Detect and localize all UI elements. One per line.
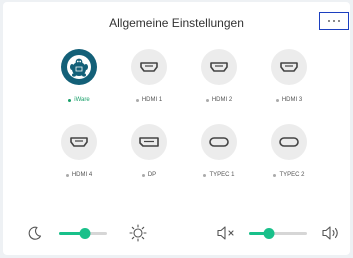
source-label: TYPEC 2 [273,172,305,178]
iware-logo-icon [61,49,97,85]
source-tile-hdmi-3[interactable]: HDMI 3 [259,49,319,121]
brightness-slider[interactable] [59,228,107,240]
page-title: Allgemeine Einstellungen [109,16,244,30]
displayport-icon [131,124,167,160]
volume-mute-icon[interactable] [216,225,236,246]
source-tile-typec-2[interactable]: TYPEC 2 [259,124,319,196]
source-tile-hdmi-4[interactable]: HDMI 4 [49,124,109,196]
more-options-button[interactable] [319,12,349,30]
sun-icon [129,224,147,247]
source-label: TYPEC 1 [203,172,235,178]
source-tile-typec-1[interactable]: TYPEC 1 [189,124,249,196]
source-tile-iware[interactable]: iWare [49,49,109,121]
hdmi-port-icon [271,49,307,85]
hdmi-port-icon [61,124,97,160]
source-label: HDMI 2 [205,97,232,103]
source-label: DP [141,172,156,178]
hdmi-port-icon [131,49,167,85]
volume-knob[interactable] [263,228,275,239]
source-tile-hdmi-2[interactable]: HDMI 2 [189,49,249,121]
source-tile-dp[interactable]: DP [119,124,179,196]
usb-c-icon [271,124,307,160]
source-label: HDMI 1 [135,97,162,103]
source-label: iWare [68,97,90,103]
hdmi-port-icon [201,49,237,85]
source-label: HDMI 4 [65,172,92,178]
moon-icon [28,226,42,245]
source-label: HDMI 3 [275,97,302,103]
brightness-knob[interactable] [79,228,91,239]
source-tile-hdmi-1[interactable]: HDMI 1 [119,49,179,121]
volume-slider[interactable] [249,228,307,240]
more-dots-icon [328,20,340,22]
general-settings-panel: Allgemeine Einstellungen iWare HDMI 1 HD… [3,2,350,255]
volume-high-icon[interactable] [321,225,341,246]
usb-c-icon [201,124,237,160]
